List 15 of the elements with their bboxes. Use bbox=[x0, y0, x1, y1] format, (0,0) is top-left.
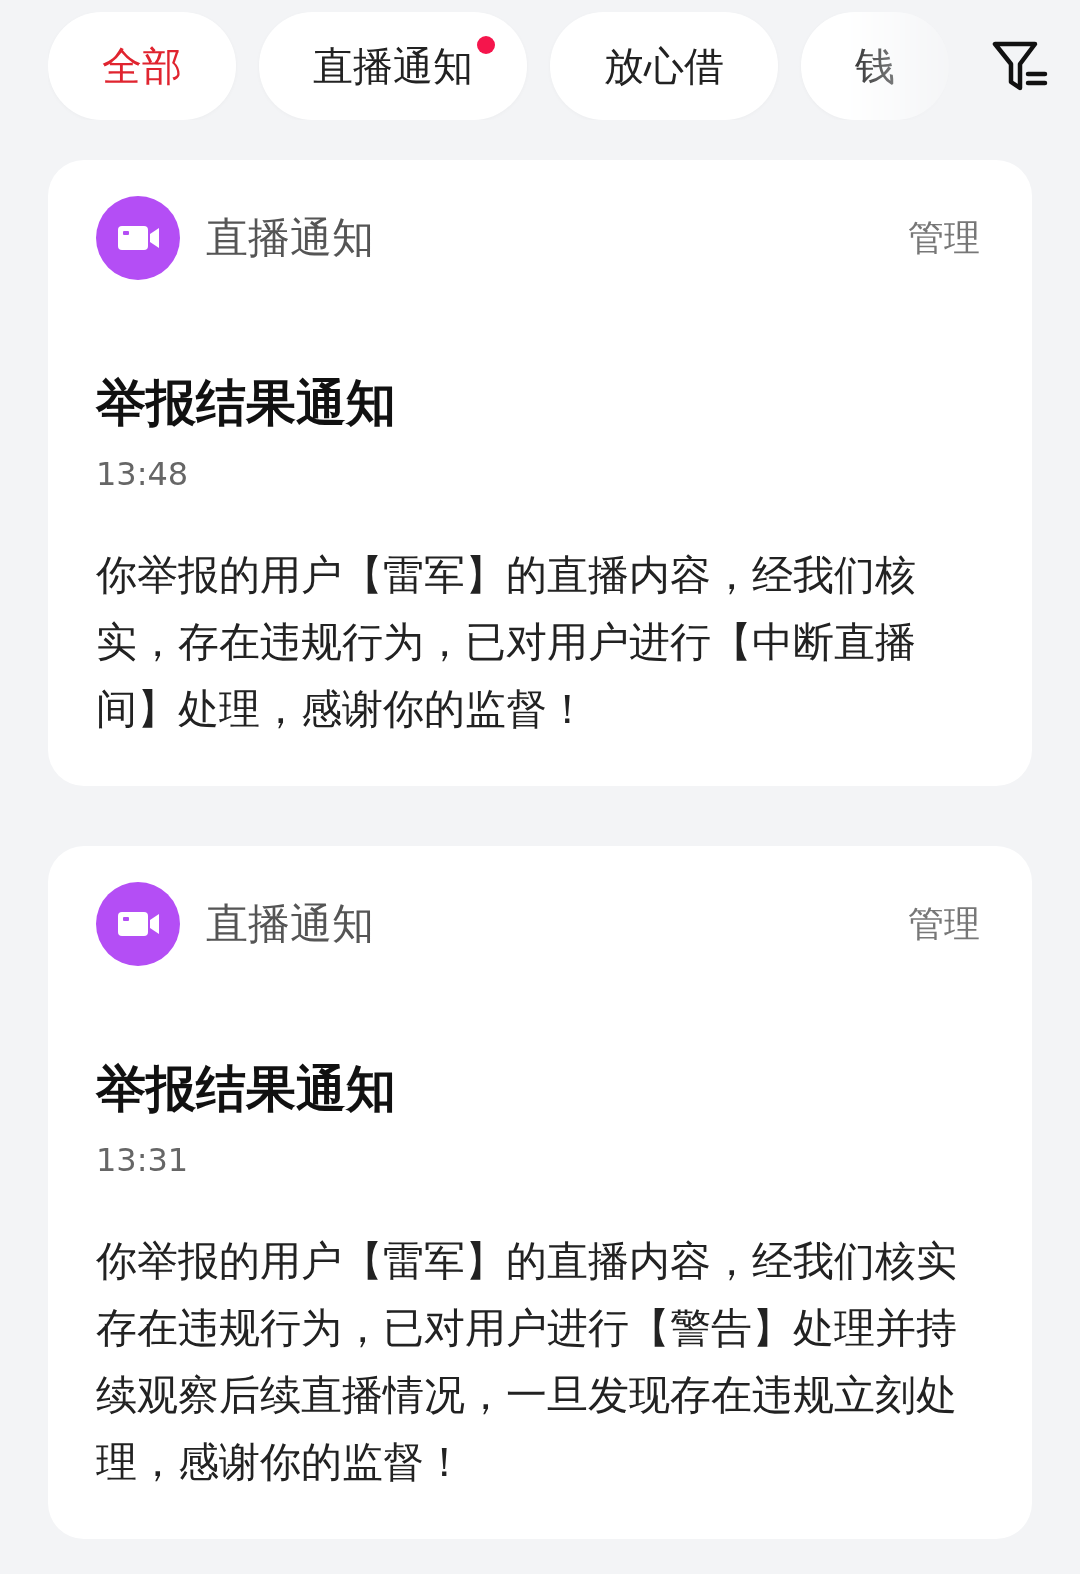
source-label: 直播通知 bbox=[206, 898, 375, 950]
timestamp: 13:48 bbox=[96, 454, 190, 494]
category-tab[interactable]: 放心借 bbox=[550, 12, 778, 120]
category-tab[interactable]: 全部 bbox=[48, 12, 236, 120]
manage-link[interactable]: 管理 bbox=[908, 899, 980, 949]
notification-title: 举报结果通知 bbox=[96, 373, 397, 434]
category-tab[interactable]: 直播通知 bbox=[259, 12, 527, 120]
notification-title: 举报结果通知 bbox=[96, 1059, 397, 1120]
timestamp: 13:31 bbox=[96, 1140, 190, 1180]
notification-message: 你举报的用户【雷军】的直播内容，经我们核实，存在违规行为，已对用户进行【中断直播间】处理，感谢你的监督！ bbox=[96, 550, 917, 735]
manage-link[interactable]: 管理 bbox=[908, 213, 980, 263]
notification-message: 你举报的用户【雷军】的直播内容，经我们核实存在违规行为，已对用户进行【警告】处理并持续观察后续直播情况，一旦发现存在违规立刻处理，感谢你的监督！ bbox=[96, 1236, 958, 1488]
video-camera-icon bbox=[96, 882, 180, 966]
source-label: 直播通知 bbox=[206, 212, 375, 264]
video-camera-icon bbox=[96, 196, 180, 280]
